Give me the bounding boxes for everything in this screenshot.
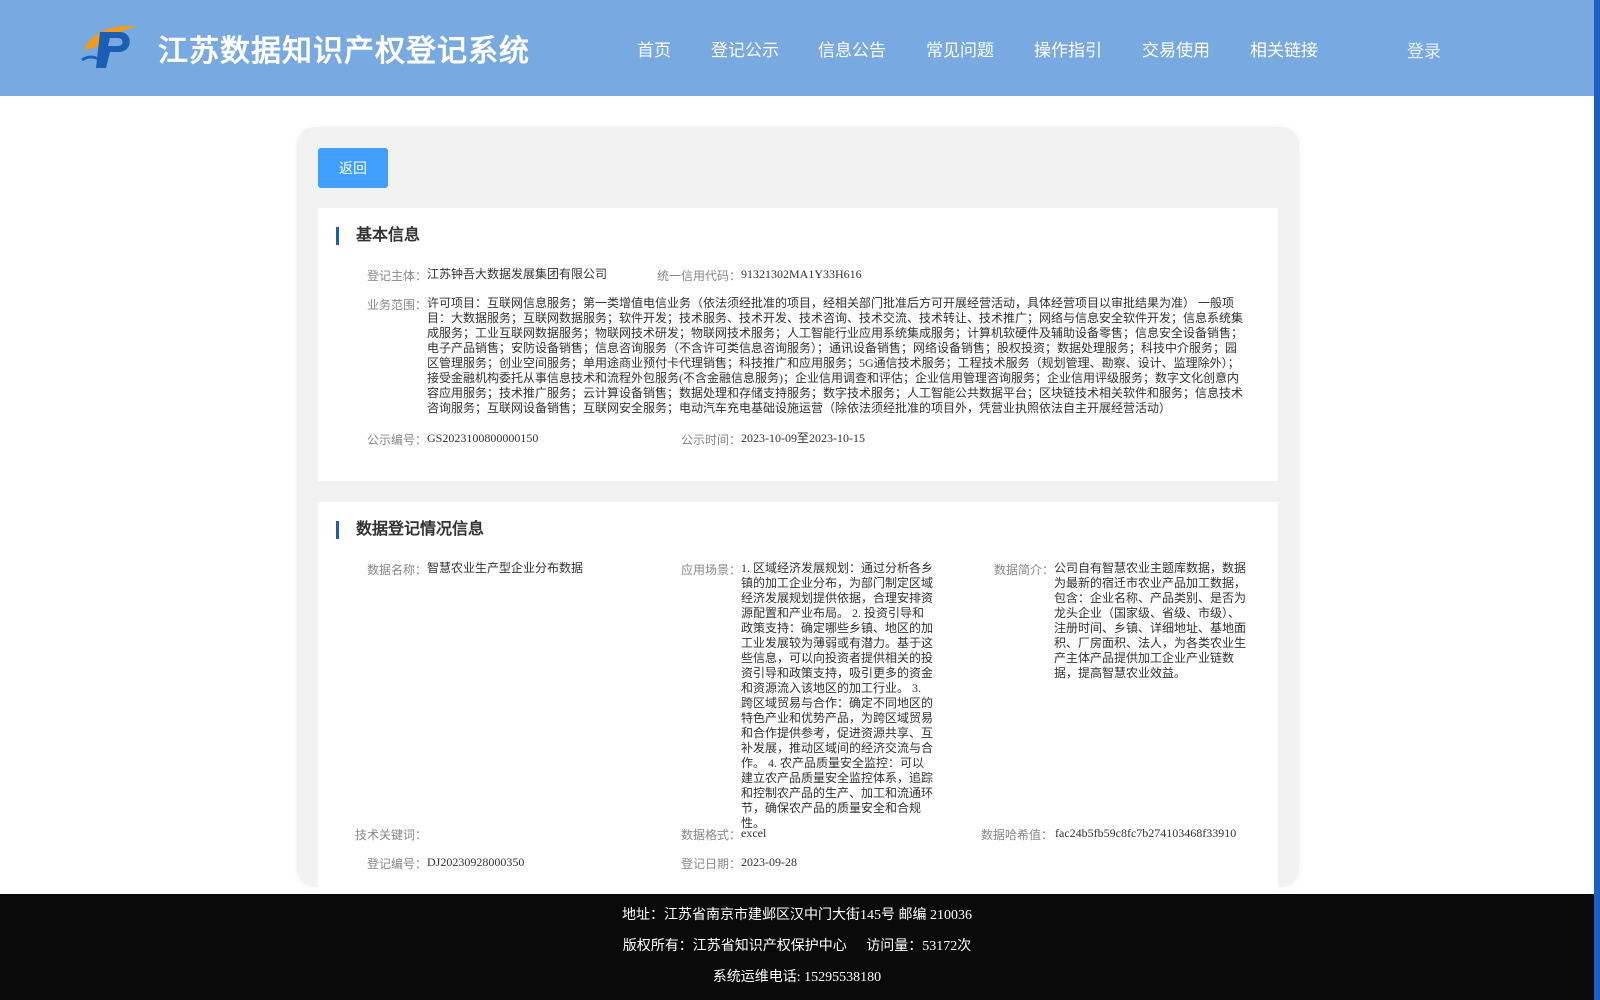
data-info-title: 数据登记情况信息 bbox=[356, 521, 485, 538]
data-name-value: 智慧农业生产型企业分布数据 bbox=[427, 561, 584, 575]
publicity-no-value: GS2023100800000150 bbox=[427, 431, 539, 445]
footer-copyright: 版权所有：江苏省知识产权保护中心 bbox=[622, 939, 847, 954]
credit-code-label: 统一信用代码： bbox=[657, 269, 742, 283]
basic-info-title: 基本信息 bbox=[356, 227, 421, 244]
footer-address: 地址：江苏省南京市建邺区汉中门大街145号 邮编 210036 bbox=[622, 908, 972, 923]
section-accent-bar bbox=[336, 521, 339, 539]
site-footer: 地址：江苏省南京市建邺区汉中门大街145号 邮编 210036 版权所有：江苏省… bbox=[0, 894, 1594, 1000]
credit-code-value: 91321302MA1Y33H616 bbox=[741, 267, 862, 281]
nav-guide[interactable]: 操作指引 bbox=[1034, 36, 1102, 61]
registration-no-label: 登记编号： bbox=[367, 857, 428, 871]
scope-label: 业务范围： bbox=[367, 298, 428, 312]
publicity-time-value: 2023-10-09至2023-10-15 bbox=[741, 431, 865, 445]
scope-value: 许可项目：互联网信息服务；第一类增值电信业务（依法须经批准的项目，经相关部门批准… bbox=[427, 296, 1244, 415]
footer-hotline: 系统运维电话: 15295538180 bbox=[712, 970, 882, 985]
footer-visits: 访问量：53172次 bbox=[866, 939, 972, 954]
basic-info-panel: 基本信息 登记主体： 江苏钟吾大数据发展集团有限公司 统一信用代码： 91321… bbox=[318, 208, 1278, 481]
nav-registration-publicity[interactable]: 登记公示 bbox=[711, 36, 779, 61]
data-intro-label: 数据简介： bbox=[994, 563, 1055, 577]
scene-label: 应用场景： bbox=[681, 563, 742, 577]
subject-label: 登记主体： bbox=[367, 269, 428, 283]
subject-value: 江苏钟吾大数据发展集团有限公司 bbox=[427, 267, 608, 281]
registration-date-value: 2023-09-28 bbox=[741, 855, 797, 869]
data-hash-value: fac24b5fb59c8fc7b274103468f33910 bbox=[1055, 826, 1237, 840]
data-registration-panel: 数据登记情况信息 数据名称： 智慧农业生产型企业分布数据 应用场景： 1. 区域… bbox=[318, 502, 1278, 892]
site-header: 江苏数据知识产权登记系统 首页 登记公示 信息公告 常见问题 操作指引 交易使用… bbox=[0, 0, 1594, 96]
footer-copyright-line: 版权所有：江苏省知识产权保护中心 访问量：53172次 bbox=[0, 935, 1594, 955]
data-format-value: excel bbox=[741, 826, 767, 840]
scene-value: 1. 区域经济发展规划：通过分析各乡镇的加工企业分布，为部门制定区域经济发展规划… bbox=[741, 561, 934, 830]
section-accent-bar bbox=[336, 227, 339, 245]
login-link[interactable]: 登录 bbox=[1407, 37, 1441, 62]
data-format-label: 数据格式： bbox=[681, 828, 742, 842]
site-title: 江苏数据知识产权登记系统 bbox=[158, 35, 530, 68]
publicity-no-label: 公示编号： bbox=[367, 433, 428, 447]
page-scrollbar[interactable] bbox=[1594, 0, 1600, 1000]
back-button[interactable]: 返回 bbox=[318, 148, 388, 188]
tech-keywords-label: 技术关键词： bbox=[355, 828, 428, 842]
registration-date-label: 登记日期： bbox=[681, 857, 742, 871]
site-logo-icon[interactable] bbox=[80, 20, 140, 72]
nav-announcements[interactable]: 信息公告 bbox=[818, 36, 886, 61]
section-title: 数据登记情况信息 bbox=[336, 520, 484, 540]
data-name-label: 数据名称： bbox=[367, 563, 428, 577]
publicity-time-label: 公示时间： bbox=[681, 433, 742, 447]
nav-links[interactable]: 相关链接 bbox=[1250, 36, 1318, 61]
nav-trading[interactable]: 交易使用 bbox=[1142, 36, 1210, 61]
data-intro-value: 公司自有智慧农业主题库数据，数据为最新的宿迁市农业产品加工数据，包含：企业名称、… bbox=[1054, 561, 1247, 680]
registration-no-value: DJ20230928000350 bbox=[427, 855, 525, 869]
nav-faq[interactable]: 常见问题 bbox=[926, 36, 994, 61]
nav-home[interactable]: 首页 bbox=[637, 36, 671, 61]
data-hash-label: 数据哈希值： bbox=[981, 828, 1054, 842]
section-title: 基本信息 bbox=[336, 226, 420, 246]
